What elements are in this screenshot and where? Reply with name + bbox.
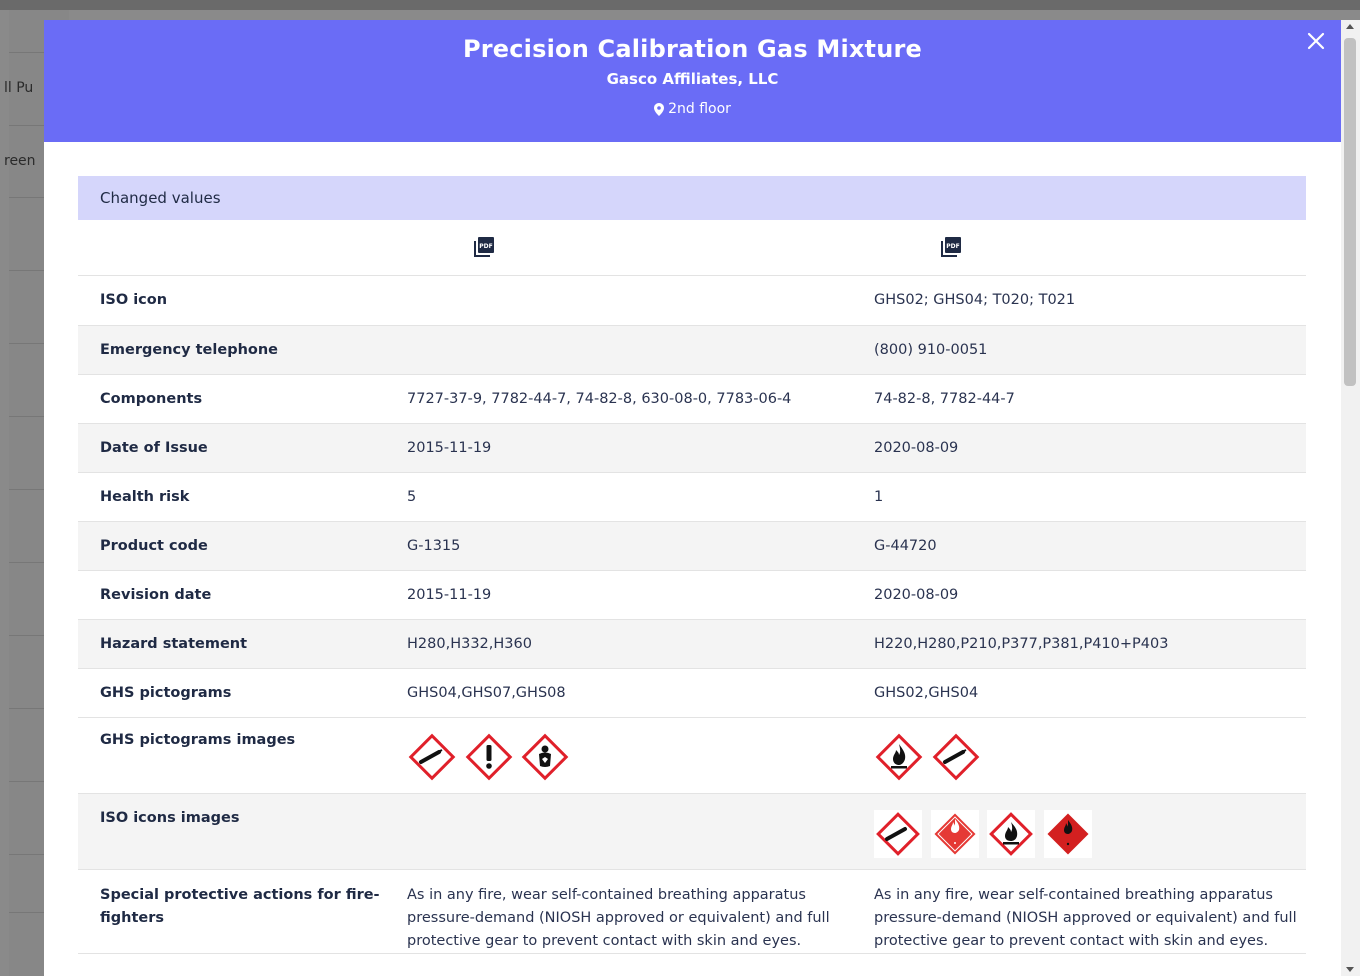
table-row: Date of Issue 2015-11-19 2020-08-09 xyxy=(78,423,1306,473)
row-label: Revision date xyxy=(78,570,385,620)
new-value: 1 xyxy=(852,472,1306,522)
row-label: Special protective actions for fire-figh… xyxy=(78,869,385,954)
old-value: As in any fire, wear self-contained brea… xyxy=(385,869,852,954)
backdrop-item: ll Pu xyxy=(4,80,34,96)
new-value: H220,H280,P210,P377,P381,P410+P403 xyxy=(852,619,1306,669)
close-button[interactable] xyxy=(1305,30,1327,52)
new-pictograms xyxy=(852,717,1306,794)
new-value: As in any fire, wear self-contained brea… xyxy=(852,869,1306,954)
table-row: ISO icons images xyxy=(78,793,1306,870)
table-row: GHS pictograms images xyxy=(78,717,1306,794)
svg-text:PDF: PDF xyxy=(946,243,959,250)
old-value xyxy=(385,276,852,326)
svg-text:PDF: PDF xyxy=(479,243,492,250)
map-pin-icon xyxy=(654,102,665,116)
product-title: Precision Calibration Gas Mixture xyxy=(462,35,923,63)
flammable-gas-label-icon xyxy=(930,809,979,858)
new-iso-icons xyxy=(852,793,1306,870)
table-row: Hazard statement H280,H332,H360 H220,H28… xyxy=(78,619,1306,669)
supplier-name: Gasco Affiliates, LLC xyxy=(606,70,779,88)
table-row: Special protective actions for fire-figh… xyxy=(78,869,1306,954)
gas-cylinder-icon xyxy=(408,733,456,780)
new-pdf-icon[interactable]: PDF xyxy=(940,236,962,258)
table-row: Health risk 5 1 xyxy=(78,472,1306,522)
health-hazard-icon xyxy=(521,733,569,780)
table-row: GHS pictograms GHS04,GHS07,GHS08 GHS02,G… xyxy=(78,668,1306,718)
scrollbar-thumb[interactable] xyxy=(1344,38,1356,386)
new-value: GHS02; GHS04; T020; T021 xyxy=(852,276,1306,326)
table-row: Revision date 2015-11-19 2020-08-09 xyxy=(78,570,1306,620)
backdrop-item: reen xyxy=(4,153,36,169)
gas-cylinder-icon xyxy=(932,733,979,780)
exclamation-icon xyxy=(465,733,512,780)
flammable-label-icon xyxy=(1043,809,1092,858)
changed-values-section: Changed values PDF PDF ISO icon GHS02; G… xyxy=(78,176,1306,954)
old-pictograms xyxy=(385,717,852,794)
row-label: Health risk xyxy=(78,472,385,522)
flame-icon xyxy=(875,733,923,780)
old-value: GHS04,GHS07,GHS08 xyxy=(385,668,852,718)
old-value: G-1315 xyxy=(385,521,852,571)
row-label: GHS pictograms xyxy=(78,668,385,718)
location-label: 2nd floor xyxy=(668,101,731,117)
scroll-up-arrow-icon[interactable] xyxy=(1346,24,1354,29)
vertical-scrollbar[interactable] xyxy=(1341,20,1360,976)
table-row: Emergency telephone (800) 910-0051 xyxy=(78,325,1306,375)
pdf-row: PDF PDF xyxy=(78,220,1306,276)
old-value xyxy=(385,325,852,375)
sds-compare-modal: Precision Calibration Gas Mixture Gasco … xyxy=(44,20,1341,976)
new-value: G-44720 xyxy=(852,521,1306,571)
old-value: 2015-11-19 xyxy=(385,423,852,473)
old-value: 2015-11-19 xyxy=(385,570,852,620)
row-label: GHS pictograms images xyxy=(78,717,385,794)
new-value: GHS02,GHS04 xyxy=(852,668,1306,718)
modal-header: Precision Calibration Gas Mixture Gasco … xyxy=(44,20,1341,142)
row-label: ISO icon xyxy=(78,276,385,326)
backdrop-topbar xyxy=(0,0,1360,10)
flame-icon xyxy=(987,809,1036,858)
table-row: ISO icon GHS02; GHS04; T020; T021 xyxy=(78,276,1306,326)
new-value: 74-82-8, 7782-44-7 xyxy=(852,374,1306,424)
row-label: Emergency telephone xyxy=(78,325,385,375)
table-row: Components 7727-37-9, 7782-44-7, 74-82-8… xyxy=(78,374,1306,424)
new-value: (800) 910-0051 xyxy=(852,325,1306,375)
section-title: Changed values xyxy=(78,176,1306,220)
new-value: 2020-08-09 xyxy=(852,423,1306,473)
row-label: Components xyxy=(78,374,385,424)
gas-cylinder-icon xyxy=(874,809,922,858)
old-pdf-icon[interactable]: PDF xyxy=(473,236,495,258)
row-label: ISO icons images xyxy=(78,793,385,870)
scroll-down-arrow-icon[interactable] xyxy=(1346,967,1354,972)
row-label: Product code xyxy=(78,521,385,571)
changed-values-table: ISO icon GHS02; GHS04; T020; T021 Emerge… xyxy=(78,276,1306,954)
row-label: Hazard statement xyxy=(78,619,385,669)
old-value: 7727-37-9, 7782-44-7, 74-82-8, 630-08-0,… xyxy=(385,374,852,424)
location: 2nd floor xyxy=(44,101,1341,117)
new-value: 2020-08-09 xyxy=(852,570,1306,620)
old-iso-icons xyxy=(385,793,852,870)
row-label: Date of Issue xyxy=(78,423,385,473)
old-value: H280,H332,H360 xyxy=(385,619,852,669)
table-row: Product code G-1315 G-44720 xyxy=(78,521,1306,571)
old-value: 5 xyxy=(385,472,852,522)
